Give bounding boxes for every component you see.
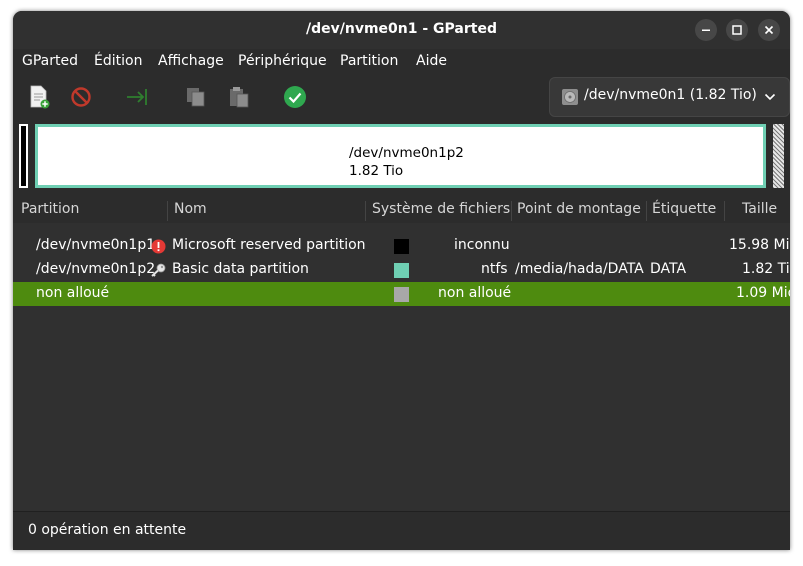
- minimize-icon: [702, 29, 710, 31]
- cell-filesystem: non alloué: [438, 285, 512, 301]
- filesystem-color-swatch: [394, 239, 409, 254]
- warning-icon: [151, 239, 166, 254]
- copy-icon[interactable]: [184, 85, 208, 109]
- maximize-button[interactable]: [726, 19, 748, 41]
- chevron-down-icon: [764, 93, 776, 101]
- cell-label: DATA: [650, 261, 687, 277]
- disk-icon: [562, 89, 578, 105]
- cell-name: Microsoft reserved partition: [172, 237, 366, 253]
- graph-partition-text: /dev/nvme0n1p2 1.82 Tio: [349, 144, 464, 180]
- menu-bar: GParted Édition Affichage Périphérique P…: [13, 49, 790, 75]
- device-selector-label: /dev/nvme0n1 (1.82 Tio): [584, 87, 757, 103]
- gparted-window: /dev/nvme0n1 - GParted GParted Édition A…: [13, 11, 790, 550]
- minimize-button[interactable]: [695, 19, 717, 41]
- cell-size: 15.98 Mio: [729, 237, 790, 253]
- graph-partition-size: 1.82 Tio: [349, 163, 404, 179]
- maximize-icon: [732, 25, 742, 35]
- resize-move-icon[interactable]: [126, 85, 150, 109]
- cell-size: 1.09 Mio: [736, 285, 790, 301]
- paste-icon[interactable]: [227, 85, 251, 109]
- status-bar: 0 opération en attente: [13, 511, 790, 550]
- column-separator: [365, 201, 366, 221]
- filesystem-color-swatch: [394, 263, 409, 278]
- column-nom[interactable]: Nom: [174, 201, 207, 217]
- cell-filesystem: ntfs: [481, 261, 508, 277]
- partition-table: /dev/nvme0n1p1 Microsoft reserved partit…: [13, 223, 790, 513]
- pending-operations-status: 0 opération en attente: [28, 522, 187, 538]
- close-button[interactable]: [758, 19, 780, 41]
- menu-partition[interactable]: Partition: [340, 53, 398, 69]
- cell-name: Basic data partition: [172, 261, 309, 277]
- column-mountpoint[interactable]: Point de montage: [517, 201, 641, 217]
- cell-partition: non alloué: [36, 285, 110, 301]
- apply-icon[interactable]: [283, 85, 307, 109]
- menu-peripherique[interactable]: Périphérique: [238, 53, 327, 69]
- column-separator: [167, 201, 168, 221]
- title-bar: /dev/nvme0n1 - GParted: [13, 11, 790, 49]
- menu-aide[interactable]: Aide: [416, 53, 447, 69]
- partition-table-header: Partition Nom Système de fichiers Point …: [13, 199, 790, 221]
- msr-fs-fill: [21, 126, 26, 186]
- window-title: /dev/nvme0n1 - GParted: [306, 21, 497, 37]
- column-label[interactable]: Étiquette: [652, 201, 716, 217]
- filesystem-color-swatch: [394, 287, 409, 302]
- new-partition-icon[interactable]: [27, 85, 51, 109]
- delete-icon[interactable]: [69, 85, 93, 109]
- column-separator: [511, 201, 512, 221]
- menu-edition[interactable]: Édition: [94, 53, 142, 69]
- cell-mountpoint: /media/hada/DATA: [515, 261, 644, 277]
- cell-filesystem: inconnu: [454, 237, 510, 253]
- close-icon: [764, 25, 774, 35]
- cell-partition: /dev/nvme0n1p1: [36, 237, 156, 253]
- column-separator: [646, 201, 647, 221]
- column-filesystem[interactable]: Système de fichiers: [372, 201, 510, 217]
- table-row[interactable]: /dev/nvme0n1p1 Microsoft reserved partit…: [13, 234, 790, 258]
- table-row[interactable]: /dev/nvme0n1p2 Basic data partition ntfs…: [13, 258, 790, 282]
- key-icon: [151, 263, 166, 277]
- menu-gparted[interactable]: GParted: [22, 53, 78, 69]
- column-partition[interactable]: Partition: [21, 201, 79, 217]
- menu-affichage[interactable]: Affichage: [158, 53, 224, 69]
- table-row-selected[interactable]: non alloué non alloué 1.09 Mio: [13, 282, 790, 306]
- partition-graph: /dev/nvme0n1p2 1.82 Tio: [13, 119, 790, 205]
- cell-size: 1.82 Tio: [742, 261, 790, 277]
- graph-partition-name: /dev/nvme0n1p2: [349, 145, 464, 161]
- device-selector[interactable]: /dev/nvme0n1 (1.82 Tio): [549, 77, 790, 117]
- column-size[interactable]: Taille: [742, 201, 777, 217]
- graph-unallocated[interactable]: [773, 124, 784, 188]
- graph-partition-main[interactable]: /dev/nvme0n1p2 1.82 Tio: [35, 124, 766, 188]
- cell-partition: /dev/nvme0n1p2: [36, 261, 156, 277]
- column-separator: [724, 201, 725, 221]
- graph-partition-msr[interactable]: [19, 124, 28, 188]
